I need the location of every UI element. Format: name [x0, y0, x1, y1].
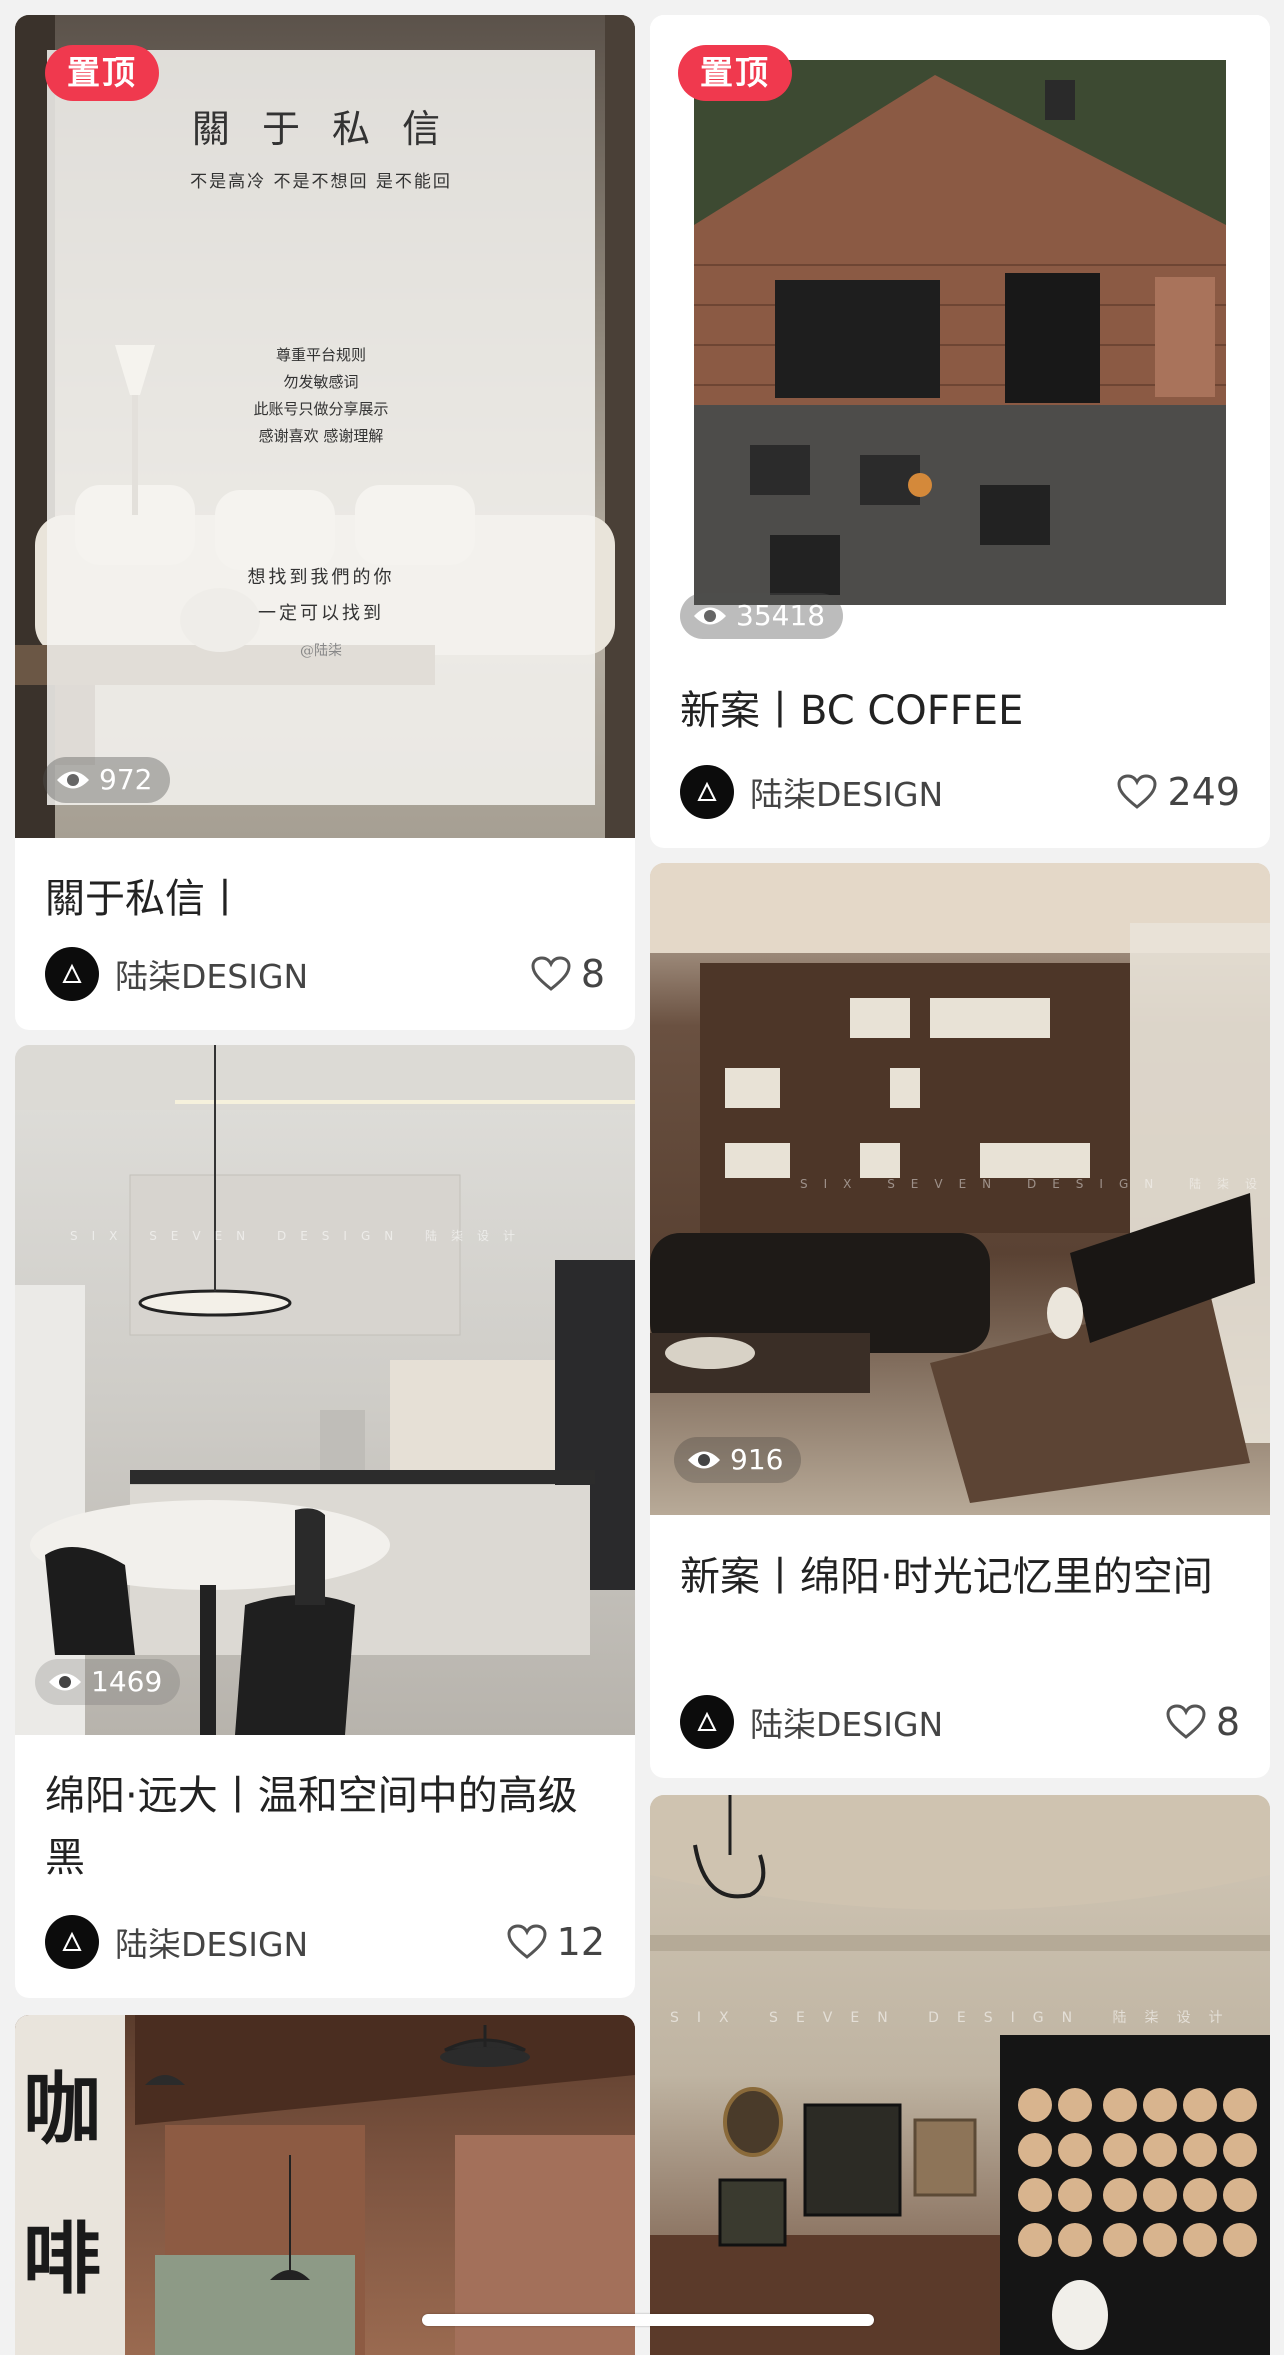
pinned-badge: 置顶	[45, 45, 159, 101]
like-count: 12	[556, 1920, 605, 1964]
author-name[interactable]: 陆柒DESIGN	[115, 950, 531, 998]
like-count: 249	[1167, 770, 1240, 814]
post-cover-image[interactable]: 置顶 35418	[650, 15, 1270, 645]
image-watermark: SIX SEVEN DESIGN 陆柒设计	[800, 1177, 1270, 1191]
brand-logo-icon	[62, 1931, 82, 1951]
eye-icon	[688, 1451, 720, 1469]
poster-handle: @陆柒	[300, 643, 342, 659]
avatar[interactable]	[45, 1915, 99, 1969]
post-cover-image[interactable]: SIX SEVEN DESIGN 陆柒设计	[650, 1795, 1270, 2355]
view-count: 916	[674, 1437, 802, 1483]
view-count-value: 1469	[91, 1665, 163, 1698]
post-cover-image[interactable]: 關 于 私 信 不是高冷 不是不想回 是不能回 尊重平台规则 勿发敏感词 此账号…	[15, 15, 635, 838]
image-watermark: SIX SEVEN DESIGN 陆柒设计	[670, 2010, 1241, 2026]
post-card[interactable]: 關 于 私 信 不是高冷 不是不想回 是不能回 尊重平台规则 勿发敏感词 此账号…	[15, 15, 635, 1030]
poster-closing-line: 一定可以找到	[258, 603, 384, 624]
calligraphy-sign: 咖啡	[23, 2064, 102, 2305]
author-name[interactable]: 陆柒DESIGN	[750, 1698, 1166, 1746]
author-row: 陆柒DESIGN 249	[680, 765, 1240, 819]
post-title[interactable]: 新案丨BC COFFEE	[680, 680, 1246, 742]
poster-subheading: 不是高冷 不是不想回 是不能回	[190, 172, 452, 192]
like-button[interactable]: 12	[507, 1920, 605, 1964]
heart-icon	[1166, 1704, 1206, 1739]
post-card[interactable]: SIX SEVEN DESIGN 陆柒设计 1469 绵阳·远大丨温和空间中的高…	[15, 1045, 635, 1998]
pinned-badge: 置顶	[678, 45, 792, 101]
brand-logo-icon	[62, 963, 82, 983]
author-row: 陆柒DESIGN 8	[45, 947, 605, 1001]
poster-closing-line: 想找到我們的你	[247, 567, 395, 588]
post-cover-image[interactable]: 咖啡	[15, 2015, 635, 2355]
poster-heading: 關 于 私 信	[191, 107, 451, 151]
poster-closing: 想找到我們的你 一定可以找到	[47, 560, 595, 632]
poster-rule: 尊重平台规则	[275, 346, 366, 364]
eye-icon	[49, 1673, 81, 1691]
post-title[interactable]: 關于私信丨	[45, 868, 611, 930]
image-watermark: SIX SEVEN DESIGN 陆柒设计	[70, 1229, 530, 1243]
kitchen-illustration	[15, 1045, 635, 1735]
brand-logo-icon	[697, 781, 717, 801]
post-card[interactable]: 咖啡	[15, 2015, 635, 2355]
post-cover-image[interactable]: SIX SEVEN DESIGN 陆柒设计 1469	[15, 1045, 635, 1735]
author-name[interactable]: 陆柒DESIGN	[115, 1918, 507, 1966]
post-card[interactable]: SIX SEVEN DESIGN 陆柒设计 916 新案丨绵阳·时光记忆里的空间…	[650, 863, 1270, 1778]
author-row: 陆柒DESIGN 12	[45, 1915, 605, 1969]
view-count-value: 972	[99, 763, 153, 796]
view-count: 972	[43, 757, 171, 803]
like-button[interactable]: 249	[1117, 770, 1240, 814]
view-count-value: 916	[730, 1443, 784, 1476]
home-indicator[interactable]	[422, 2314, 874, 2326]
poster-rules: 尊重平台规则 勿发敏感词 此账号只做分享展示 感谢喜欢 感谢理解	[47, 342, 595, 450]
poster-rule: 感谢喜欢 感谢理解	[258, 427, 384, 445]
post-cover-image[interactable]: SIX SEVEN DESIGN 陆柒设计 916	[650, 863, 1270, 1515]
poster-rule: 勿发敏感词	[283, 373, 359, 391]
poster-overlay: 關 于 私 信 不是高冷 不是不想回 是不能回 尊重平台规则 勿发敏感词 此账号…	[47, 50, 595, 805]
view-count: 1469	[35, 1659, 181, 1705]
heart-icon	[507, 1924, 547, 1959]
avatar[interactable]	[45, 947, 99, 1001]
salon-illustration	[650, 1795, 1270, 2355]
post-title[interactable]: 绵阳·远大丨温和空间中的高级黑	[45, 1765, 605, 1889]
poster-rule: 此账号只做分享展示	[253, 400, 389, 418]
heart-icon	[1117, 774, 1157, 809]
post-card[interactable]: 置顶 35418 新案丨BC COFFEE 陆柒DESIGN 249	[650, 15, 1270, 848]
post-card[interactable]: SIX SEVEN DESIGN 陆柒设计	[650, 1795, 1270, 2355]
like-button[interactable]: 8	[1166, 1700, 1240, 1744]
eye-icon	[694, 607, 726, 625]
like-count: 8	[580, 952, 605, 996]
view-count-value: 35418	[736, 599, 826, 632]
author-name[interactable]: 陆柒DESIGN	[750, 768, 1117, 816]
author-row: 陆柒DESIGN 8	[680, 1695, 1240, 1749]
cafe-illustration	[694, 60, 1226, 605]
avatar[interactable]	[680, 765, 734, 819]
like-count: 8	[1215, 1700, 1240, 1744]
like-button[interactable]: 8	[531, 952, 605, 996]
view-count: 35418	[680, 593, 844, 639]
brand-logo-icon	[697, 1711, 717, 1731]
post-title[interactable]: 新案丨绵阳·时光记忆里的空间	[680, 1546, 1240, 1608]
eye-icon	[57, 771, 89, 789]
heart-icon	[531, 956, 571, 991]
avatar[interactable]	[680, 1695, 734, 1749]
